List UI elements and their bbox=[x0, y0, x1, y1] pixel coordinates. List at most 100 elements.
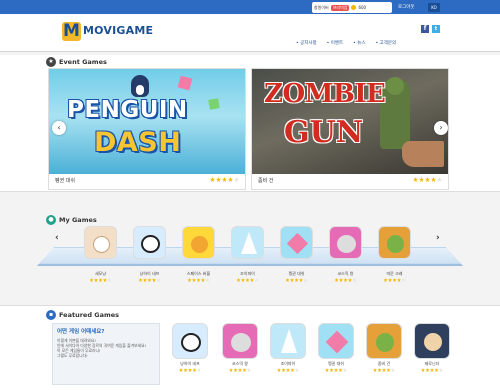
star-icon bbox=[147, 278, 152, 282]
logo-mark[interactable]: M bbox=[62, 22, 81, 41]
my-game-tile[interactable]: 조이파이 bbox=[231, 226, 264, 282]
event-card-penguin-dash[interactable]: PENGUIN DASH 펭귄 대쉬 bbox=[48, 68, 246, 190]
featured-game-tile[interactable]: 펭귄 대쉬 bbox=[318, 323, 354, 372]
featured-game-tile[interactable]: 코스믹 왕 bbox=[222, 323, 258, 372]
star-icon bbox=[290, 368, 295, 372]
my-game-tile[interactable]: 마운 크래 bbox=[378, 226, 411, 282]
event-game-name[interactable]: 좀비 건 bbox=[258, 177, 273, 184]
decor-block bbox=[208, 98, 220, 110]
my-game-tile[interactable]: 코스믹 왕 bbox=[329, 226, 362, 282]
game-icon[interactable] bbox=[182, 226, 215, 259]
game-icon[interactable] bbox=[84, 226, 117, 259]
lion-face bbox=[191, 236, 208, 253]
star-icon bbox=[334, 368, 338, 372]
star-icon bbox=[339, 278, 343, 282]
rating-stars bbox=[280, 278, 313, 282]
twitter-icon[interactable]: t bbox=[432, 25, 440, 33]
star-icon bbox=[143, 278, 147, 282]
star-icon bbox=[236, 278, 241, 282]
star-icon bbox=[94, 278, 98, 282]
my-game-tile[interactable]: 냥하이 네프 bbox=[133, 226, 166, 282]
star-icon bbox=[250, 278, 254, 282]
facebook-icon[interactable]: f bbox=[421, 25, 429, 33]
game-icon[interactable] bbox=[270, 323, 306, 359]
zombie-face bbox=[387, 235, 404, 253]
star-icon bbox=[281, 368, 286, 372]
user-name: 창원이버 bbox=[314, 4, 329, 10]
decor-block bbox=[177, 75, 193, 91]
game-icon[interactable] bbox=[318, 323, 354, 359]
star-icon bbox=[179, 368, 183, 372]
featured-game-tile[interactable]: 조이파이 bbox=[270, 323, 306, 372]
cube-shape bbox=[325, 330, 349, 354]
game-name: 조이파이 bbox=[240, 271, 255, 276]
game-icon[interactable] bbox=[366, 323, 402, 359]
my-game-tile[interactable]: 세모냥 bbox=[84, 226, 117, 282]
star-icon bbox=[233, 368, 238, 372]
event-card-zombie-gun[interactable]: ZOMBIE GUN 좀비 건 bbox=[251, 68, 449, 190]
language-selector[interactable]: KO bbox=[428, 3, 440, 12]
my-games-header: ● My Games bbox=[46, 215, 97, 225]
penguin-character bbox=[131, 75, 149, 97]
rating-stars bbox=[222, 368, 258, 372]
game-name: 스페이스 버블 bbox=[186, 271, 211, 276]
game-icon[interactable] bbox=[329, 226, 362, 259]
featured-game-tile[interactable]: 좀비 건 bbox=[366, 323, 402, 372]
star-icon bbox=[183, 368, 188, 372]
star-icon bbox=[295, 368, 299, 372]
user-info-box[interactable]: 창원이버 프리미엄 600 bbox=[312, 2, 392, 13]
star-icon bbox=[434, 368, 439, 372]
zombie-face bbox=[376, 333, 394, 352]
game-icon[interactable] bbox=[133, 226, 166, 259]
star-icon bbox=[277, 368, 281, 372]
game-icon[interactable] bbox=[378, 226, 411, 259]
my-game-tile[interactable]: 스페이스 버블 bbox=[182, 226, 215, 282]
star-icon bbox=[348, 278, 352, 282]
nav-news[interactable]: • 뉴스 bbox=[353, 40, 365, 46]
game-icon[interactable] bbox=[222, 323, 258, 359]
logout-link[interactable]: 로그아웃 bbox=[398, 4, 415, 10]
banner-title-line1: ZOMBIE bbox=[264, 79, 386, 109]
star-icon bbox=[192, 368, 197, 372]
star-icon bbox=[419, 177, 424, 182]
game-icon[interactable] bbox=[280, 226, 313, 259]
rating-stars bbox=[414, 368, 450, 372]
star-icon bbox=[382, 368, 386, 372]
my-game-tile[interactable]: 펭귄 대쉬 bbox=[280, 226, 313, 282]
featured-game-tile[interactable]: 냥하이 네프 bbox=[172, 323, 208, 372]
star-icon bbox=[138, 278, 143, 282]
event-prev-arrow[interactable]: ‹ bbox=[52, 121, 66, 135]
logo-text[interactable]: MOVIGAME bbox=[83, 24, 153, 37]
nav-events[interactable]: • 이벤트 bbox=[327, 40, 344, 46]
event-game-name[interactable]: 펭귄 대쉬 bbox=[55, 177, 75, 184]
star-icon bbox=[343, 278, 348, 282]
banner-title-line2: DASH bbox=[94, 127, 182, 158]
my-games-next-arrow[interactable]: › bbox=[436, 233, 440, 243]
nav-support[interactable]: • 고객문의 bbox=[376, 40, 397, 46]
my-games-prev-arrow[interactable]: ‹ bbox=[55, 233, 59, 243]
game-icon[interactable] bbox=[172, 323, 208, 359]
game-name: 펭귄 대쉬 bbox=[328, 361, 344, 366]
star-icon bbox=[388, 278, 392, 282]
event-banner-image[interactable]: ZOMBIE GUN bbox=[252, 69, 448, 174]
nav-notice[interactable]: • 공지사항 bbox=[296, 40, 317, 46]
rating-stars bbox=[231, 278, 264, 282]
game-icon[interactable] bbox=[231, 226, 264, 259]
star-icon bbox=[187, 278, 192, 282]
bear-face bbox=[337, 235, 356, 253]
game-icon[interactable] bbox=[414, 323, 450, 359]
notice-line: 그렇도 무료랍니다! bbox=[57, 353, 88, 358]
featured-game-tile[interactable]: 제로닌자 bbox=[414, 323, 450, 372]
book-circle-icon: ▪ bbox=[46, 310, 56, 320]
event-next-arrow[interactable]: › bbox=[434, 121, 448, 135]
star-icon bbox=[242, 368, 247, 372]
star-icon bbox=[103, 278, 107, 282]
star-icon bbox=[89, 278, 94, 282]
rating-stars bbox=[366, 368, 402, 372]
star-icon bbox=[391, 368, 395, 372]
star-icon bbox=[325, 368, 329, 372]
star-icon bbox=[205, 278, 210, 282]
star-icon bbox=[238, 368, 242, 372]
star-icon bbox=[329, 368, 334, 372]
event-banner-image[interactable]: PENGUIN DASH bbox=[49, 69, 245, 174]
